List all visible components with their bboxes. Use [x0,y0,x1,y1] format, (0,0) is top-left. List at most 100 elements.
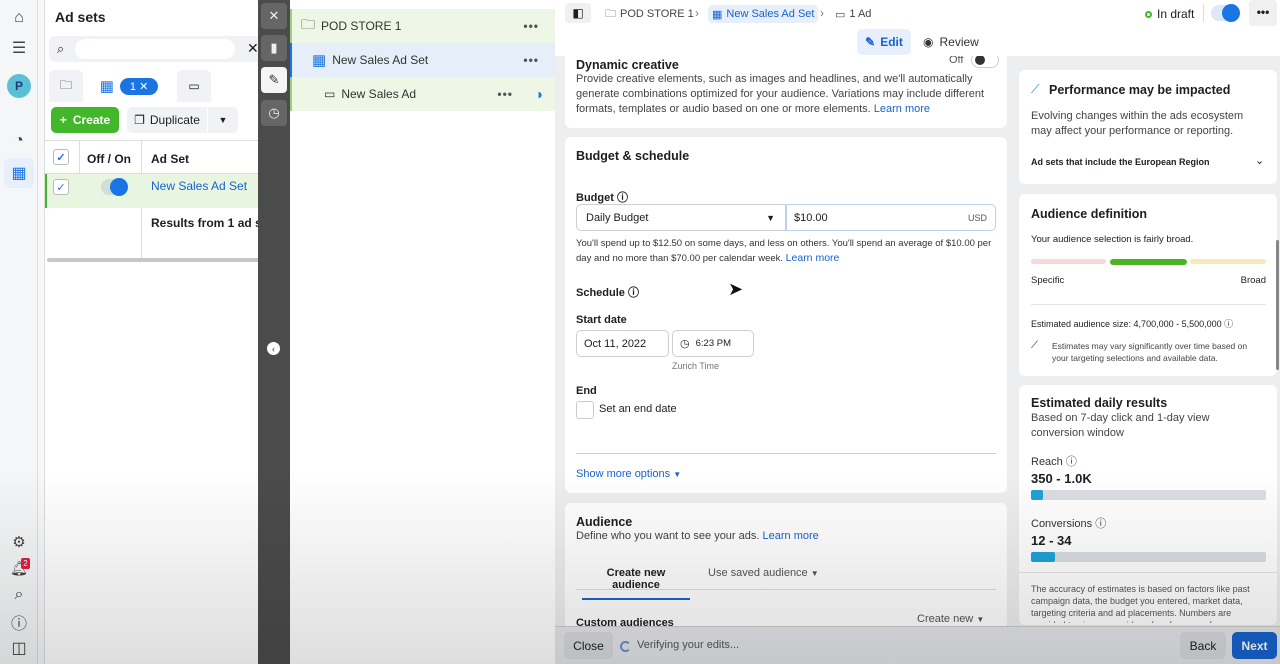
learn-more-link[interactable]: Learn more [874,103,930,115]
show-more-options-link[interactable]: Show more options ▼ [576,468,681,480]
reach-value: 350 - 1.0K [1031,471,1092,486]
sidebar-toggle-icon[interactable]: ◧ [565,3,591,23]
gear-icon[interactable]: ⚙ [7,530,31,554]
end-date-checkbox[interactable] [576,401,594,419]
performance-body: Evolving changes within the ads ecosyste… [1031,110,1244,137]
duplicate-label: Duplicate [149,113,200,127]
tree-campaign[interactable]: 🗀 POD STORE 1 ••• [290,9,555,43]
avatar[interactable]: P [7,74,31,98]
chart-icon[interactable]: ▮ [261,35,287,61]
adset-status-toggle[interactable] [1211,4,1240,22]
pencil-icon[interactable]: ✎ [261,67,287,93]
audience-size: Estimated audience size: 4,700,000 - 5,5… [1031,319,1234,329]
start-time-value: 6:23 PM [695,338,731,349]
crumb-label: New Sales Ad Set [726,8,815,20]
create-new-dropdown[interactable]: Create new ▼ [917,613,984,625]
info-icon[interactable]: ⓘ [1066,456,1077,468]
budget-type-select[interactable]: Daily Budget ▼ [576,204,786,231]
tab-ads[interactable]: ▭ [177,70,211,102]
edit-button[interactable]: ✎ Edit [857,29,911,55]
breadcrumb-adset[interactable]: ▦ New Sales Ad Set [708,5,819,23]
create-label: Create [72,113,111,127]
close-icon[interactable]: ✕ [261,3,287,29]
column-header: Ad Set [151,152,190,166]
learn-more-link[interactable]: Learn more [786,252,840,264]
draft-dot-icon [1145,10,1152,18]
back-button[interactable]: Back [1180,632,1226,659]
editor-toolbar: ✕ ▮ ✎ ◷ ‹ [258,0,290,664]
end-date-checkbox-label: Set an end date [599,403,677,415]
clock-icon[interactable]: ◷ [261,100,287,126]
budget-label: Budget ⓘ [576,192,628,204]
tab-adsets[interactable]: ▦ 1 ✕ [87,70,171,102]
tree-ad[interactable]: ▭ New Sales Ad ••• ◑ [290,77,555,111]
row-checkbox[interactable]: ✓ [53,179,69,195]
more-options-icon[interactable]: ••• [1249,0,1277,26]
collapse-chevron-icon[interactable]: ‹ [267,342,280,355]
conversions-label: Conversions ⓘ [1031,518,1107,530]
gauge-left-label: Specific [1031,275,1065,286]
plus-icon: + [59,113,67,127]
tab-campaigns[interactable]: 🗀 [49,70,83,102]
adset-toggle[interactable] [101,178,128,196]
tree-adset[interactable]: ▦ New Sales Ad Set ••• [290,43,555,77]
breadcrumb-ad[interactable]: ▭ 1 Ad [835,5,871,23]
gauge-active-segment [1110,259,1187,265]
folder-icon: 🗀 [605,7,616,20]
chevron-down-icon[interactable]: ⌄ [1255,154,1264,167]
search-icon[interactable]: ⌕ [7,583,31,607]
table-row[interactable]: ✓ New Sales Ad Set [45,174,259,208]
breadcrumb-campaign[interactable]: 🗀 POD STORE 1 [605,5,694,23]
performance-title: Performance may be impacted [1049,83,1231,97]
caret-down-icon: ▼ [673,470,682,479]
more-icon[interactable]: ••• [523,53,539,67]
folder-icon: 🗀 [59,77,72,92]
panel-icon[interactable]: ◫ [7,636,31,660]
next-button[interactable]: Next [1232,632,1277,659]
info-icon[interactable]: ⓘ [1095,518,1106,530]
tab-use-saved-audience[interactable]: Use saved audience ▼ [708,567,819,579]
duplicate-button[interactable]: ❐ Duplicate [127,107,207,133]
ad-icon: ▭ [188,79,200,93]
start-date-input[interactable]: Oct 11, 2022 [576,330,669,357]
grid-icon: ▦ [99,78,114,95]
table-icon[interactable]: ▦ [4,158,34,188]
help-icon[interactable]: ⓘ [7,610,31,634]
grid-icon: ▦ [312,52,327,69]
info-icon[interactable]: ⓘ [617,192,628,204]
column-header: Off / On [87,152,131,166]
reach-label: Reach ⓘ [1031,456,1077,468]
dynamic-creative-toggle[interactable] [971,56,999,68]
close-button[interactable]: Close [564,632,613,659]
clear-search-icon[interactable]: ✕ [247,40,259,57]
horizontal-scrollbar[interactable] [47,258,259,262]
budget-amount-input[interactable]: $10.00 USD [786,204,996,231]
info-icon[interactable]: ⓘ [628,287,639,299]
european-region-expander[interactable]: Ad sets that include the European Region [1031,157,1210,167]
dashboard-icon[interactable]: ◔ [7,129,31,153]
info-icon[interactable]: ⓘ [1224,319,1233,329]
search-box[interactable]: ⌕ ✕ [49,36,259,62]
search-input[interactable] [75,39,235,59]
divider [576,453,996,454]
daily-results-subtitle: Based on 7-day click and 1-day view conv… [1031,412,1210,439]
more-icon[interactable]: ••• [523,19,539,33]
filter-chip[interactable]: 1 ✕ [119,77,159,95]
start-time-input[interactable]: ◷ 6:23 PM [672,330,754,357]
tab-create-new-audience[interactable]: Create new audience [582,567,690,600]
adset-name-link[interactable]: New Sales Ad Set [151,179,247,193]
caret-down-icon: ▼ [810,569,819,578]
review-button[interactable]: ◉ Review [923,35,979,49]
gauge-broad-segment [1190,259,1266,264]
menu-icon[interactable]: ☰ [7,36,31,60]
learn-more-link[interactable]: Learn more [763,530,819,542]
duplicate-dropdown[interactable]: ▼ [208,107,238,133]
create-button[interactable]: + Create [51,107,119,133]
tree-campaign-label: POD STORE 1 [321,19,402,33]
audience-definition-title: Audience definition [1031,207,1147,221]
home-icon[interactable]: ⌂ [7,6,31,30]
select-all-checkbox[interactable]: ✓ [53,149,69,165]
notification-badge: 2 [21,558,30,569]
more-icon[interactable]: ••• [497,87,513,101]
vertical-scrollbar[interactable] [1276,240,1279,370]
